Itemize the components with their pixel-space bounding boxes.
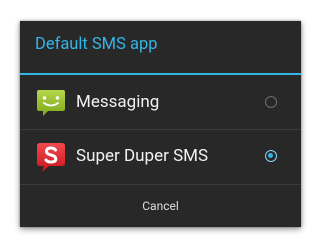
option-super-duper-sms[interactable]: Super Duper SMS [20,131,301,183]
title-divider [20,73,301,75]
messaging-app-icon [37,90,65,116]
radio-messaging-unchecked[interactable] [265,96,277,108]
radio-super-duper-sms-checked[interactable] [265,150,277,162]
radio-selected-dot [268,153,273,158]
option-label-super-duper-sms: Super Duper SMS [76,146,209,166]
default-sms-app-dialog: Default SMS app Messaging Super Duper SM… [20,21,301,227]
dialog-title: Default SMS app [35,35,158,54]
super-duper-sms-app-icon [37,143,65,172]
option-messaging[interactable]: Messaging [20,77,301,129]
row-divider [20,129,301,130]
cancel-button[interactable]: Cancel [20,185,301,227]
option-label-messaging: Messaging [76,92,160,112]
